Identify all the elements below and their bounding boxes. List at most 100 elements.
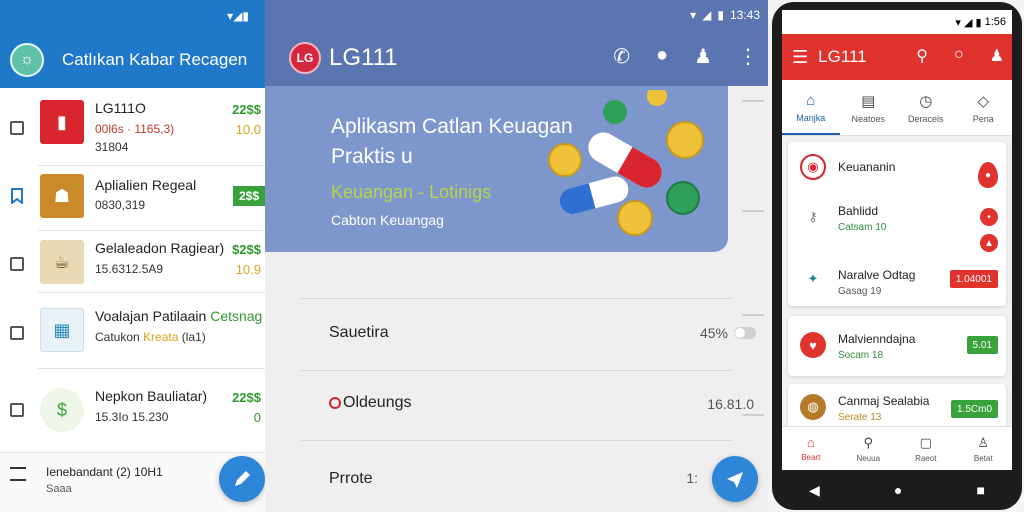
status-dot-icon[interactable]: •	[980, 208, 998, 226]
signal-icon: ◢	[702, 8, 712, 22]
status-time: 13:43	[729, 8, 760, 22]
setting-item-label[interactable]: Prrote	[329, 470, 373, 488]
phone-mockup-panel: ▾ ◢ ▮ 1:56 ☰ LG111 ⚲ ○ ♟ ⌂ Manjka ▤ Neat…	[768, 0, 1024, 512]
send-fab-button[interactable]	[712, 456, 758, 502]
nav-raeot[interactable]: ▢ Raeot	[897, 427, 955, 470]
up-arrow-icon[interactable]: ▲	[980, 234, 998, 252]
alert-icon	[329, 397, 341, 409]
hero-title: Aplikasm Catlan Keuagan Praktis u	[331, 115, 573, 168]
divider	[38, 368, 265, 369]
more-icon[interactable]: ⋮	[738, 44, 758, 69]
chat-icon[interactable]: ●	[656, 44, 668, 69]
nav-betat[interactable]: ♙ Betat	[955, 427, 1013, 470]
divider	[301, 440, 733, 441]
status-icons: ▾ ◢ ▮	[955, 16, 985, 29]
wifi-icon: ▾	[690, 8, 697, 22]
item-amount: $2$$	[232, 242, 261, 257]
tab-bar: ⌂ Manjka ▤ Neatoes ◷ Deracels ◇ Pena	[782, 80, 1012, 136]
app-bar-actions: ✆ ● ♟ ⋮	[613, 44, 758, 69]
item-title: Nepkon Bauliatar)	[95, 388, 208, 404]
tab-pena[interactable]: ◇ Pena	[955, 80, 1013, 135]
person-icon: ♙	[977, 434, 990, 450]
divider	[301, 298, 733, 299]
card-item-subtitle: Socam 18	[838, 350, 884, 361]
phone-screen: ▾ ◢ ▮ 1:56 ☰ LG111 ⚲ ○ ♟ ⌂ Manjka ▤ Neat…	[782, 10, 1012, 470]
finance-list-screen: ▾◢▮ ☼ Catlıkan Kabar Recagen ▮ LG111O 00…	[0, 0, 265, 512]
item-amount: 22$$	[232, 102, 261, 117]
bookmark-icon[interactable]	[10, 188, 24, 206]
status-bar: ▾◢▮	[0, 0, 265, 32]
row-checkbox[interactable]	[10, 403, 24, 417]
divider	[38, 292, 265, 293]
recents-icon[interactable]: ■	[976, 482, 984, 498]
toggle-switch[interactable]	[734, 327, 756, 339]
search-icon: ⚲	[863, 434, 874, 450]
item-amount-secondary: 10.9	[235, 262, 261, 277]
nav-label: Beart	[801, 453, 821, 462]
setting-percent: 45%	[699, 325, 728, 341]
edit-fab-button[interactable]	[219, 456, 265, 502]
item-title: Aplialien Regeal	[95, 177, 197, 193]
card-item-subtitle: Catsam 10	[838, 222, 887, 233]
home-icon: ⌂	[806, 435, 815, 450]
item-amount: 22$$	[232, 390, 261, 405]
item-title: Gelaleadon Ragiear)	[95, 240, 225, 256]
send-icon	[727, 472, 743, 488]
heart-icon: ♥	[800, 332, 826, 358]
item-amount-secondary: 10.0	[235, 122, 261, 137]
app-bar: LG LG111 ✆ ● ♟ ⋮	[265, 30, 768, 86]
side-scroll-indicators	[728, 86, 768, 512]
person-icon[interactable]: ♟	[990, 46, 1004, 66]
item-extra: 31804	[95, 140, 129, 154]
status-icons: ▾◢▮	[227, 9, 249, 23]
nav-neuua[interactable]: ⚲ Neuua	[840, 427, 898, 470]
setting-item[interactable]: Oldeungs	[329, 394, 412, 412]
row-checkbox[interactable]	[10, 326, 24, 340]
transaction-card[interactable]: ◍ Canmaj Sealabia Serate 13 1.5Cm0	[788, 384, 1006, 432]
setting-item-value: 1:	[686, 470, 698, 486]
person-icon[interactable]: ♟	[694, 44, 712, 69]
menu-icon[interactable]: ☰	[792, 47, 808, 68]
status-bar: ▾ ◢ ▮ 1:56	[782, 10, 1012, 34]
transaction-card[interactable]: ♥ Malvienndajna Socam 18 5.01	[788, 316, 1006, 376]
search-icon[interactable]: ⚲	[916, 46, 928, 66]
phone-frame: ▾ ◢ ▮ 1:56 ☰ LG111 ⚲ ○ ♟ ⌂ Manjka ▤ Neat…	[772, 2, 1022, 510]
transactions-card: ◉ Keuananin ● ⚷ Bahlidd Catsam 10 • ▲ ✦ …	[788, 142, 1006, 306]
battery-icon: ▮	[717, 8, 724, 22]
finance-detail-screen: ▾ ◢ ▮ 13:43 LG LG111 ✆ ● ♟ ⋮ Aplikasm Ca…	[265, 0, 768, 512]
app-logo-icon: ☼	[10, 43, 44, 77]
tab-neatoes[interactable]: ▤ Neatoes	[840, 80, 898, 135]
home-icon: ⌂	[806, 92, 816, 109]
item-subtitle: 0830,319	[95, 198, 146, 212]
lg-logo-icon: LG	[289, 42, 321, 74]
photo-thumbnail: ☗	[40, 174, 84, 218]
setting-item-value[interactable]: 45%	[700, 325, 756, 341]
tab-manjka[interactable]: ⌂ Manjka	[782, 80, 840, 135]
food-thumbnail: ☕	[40, 240, 84, 284]
home-circle-icon[interactable]: ●	[894, 482, 902, 498]
nav-beart[interactable]: ⌂ Beart	[782, 427, 840, 470]
item-subtitle-text: Catukon	[95, 330, 140, 344]
sidebar-line	[742, 314, 764, 316]
nav-label: Neuua	[856, 453, 881, 463]
search-icon[interactable]: ○	[954, 46, 964, 66]
status-time: 1:56	[984, 16, 1006, 28]
item-subtitle-extra: Kreata	[143, 330, 179, 344]
divider	[301, 370, 733, 371]
app-bar: ☼ Catlıkan Kabar Recagen	[0, 32, 265, 88]
card-item-title: Canmaj Sealabia	[838, 394, 930, 408]
card-item-title: Keuananin	[838, 160, 896, 174]
phone-icon[interactable]: ✆	[613, 44, 630, 69]
screenshot-collage: ▾◢▮ ☼ Catlıkan Kabar Recagen ▮ LG111O 00…	[0, 0, 1024, 512]
key-icon: ⚷	[808, 209, 818, 224]
item-amount-badge: 2$$	[232, 186, 265, 206]
tab-deracels[interactable]: ◷ Deracels	[897, 80, 955, 135]
card-item-subtitle: Serate 13	[838, 412, 882, 423]
app-title: Catlıkan Kabar Recagen	[62, 50, 248, 69]
back-icon[interactable]: ◀	[809, 482, 820, 499]
row-checkbox[interactable]	[10, 257, 24, 271]
setting-item-label[interactable]: Sauetira	[329, 324, 389, 342]
hero-banner: Aplikasm Catlan Keuagan Praktis u Keuang…	[265, 86, 728, 252]
location-pin-icon[interactable]: ●	[978, 162, 998, 188]
row-checkbox[interactable]	[10, 121, 24, 135]
